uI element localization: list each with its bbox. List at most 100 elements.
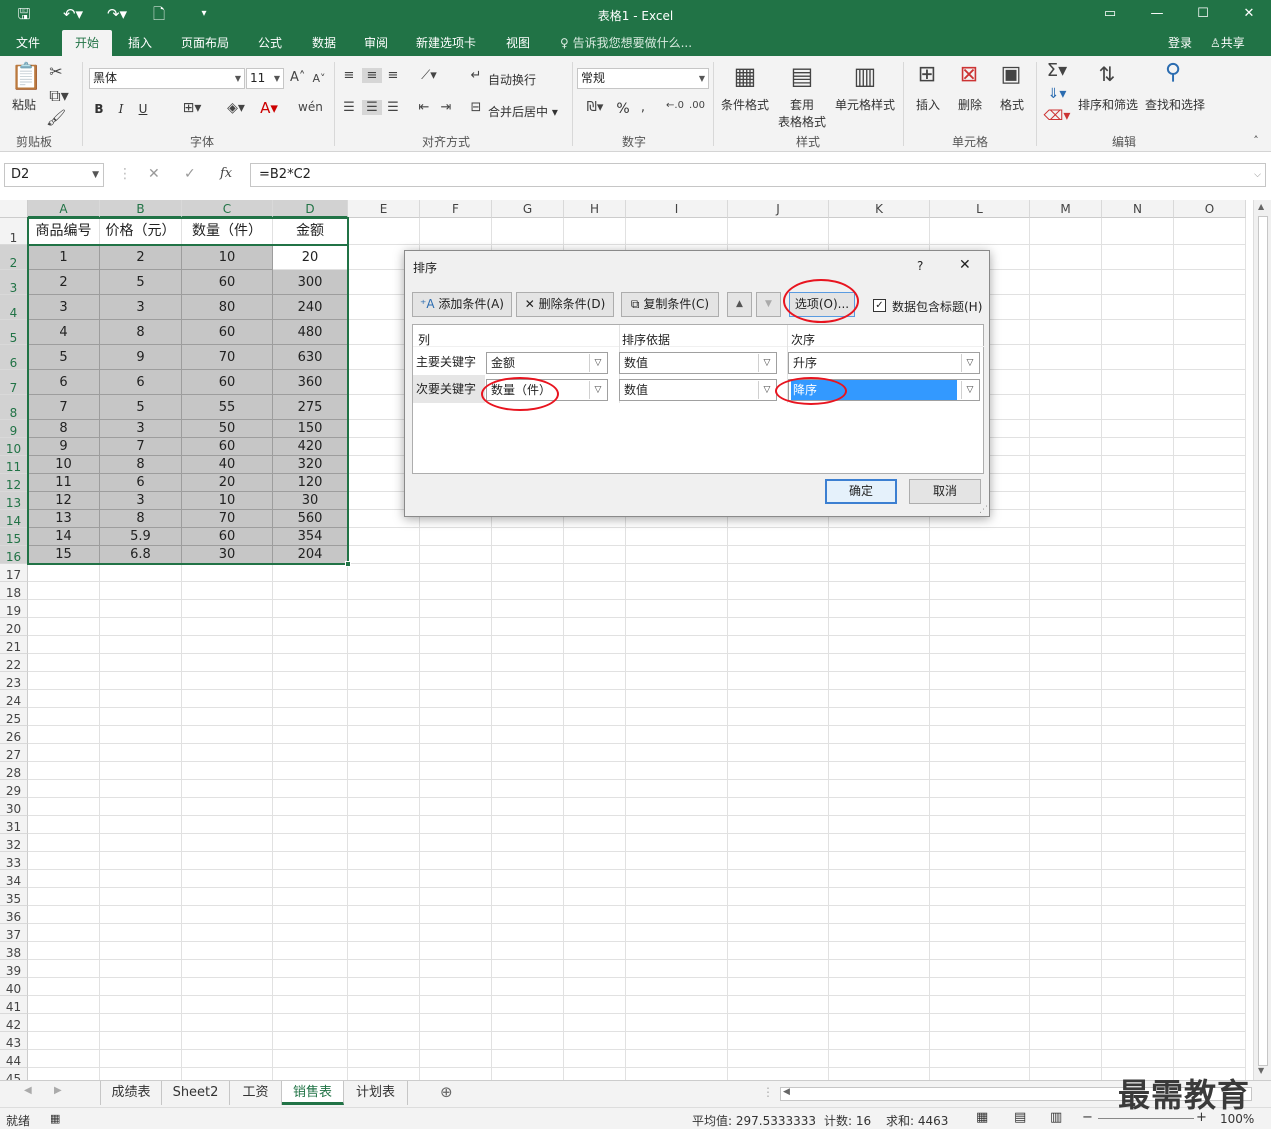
help-button[interactable]: ? (917, 259, 923, 273)
table-cell[interactable]: 360 (273, 370, 348, 395)
font-color-icon[interactable]: A▾ (255, 99, 283, 117)
select-all-corner[interactable] (0, 200, 28, 218)
empty-cell[interactable] (1174, 888, 1246, 906)
empty-cell[interactable] (1030, 1032, 1102, 1050)
scroll-down-icon[interactable]: ▼ (1258, 1066, 1264, 1075)
cell-style-button[interactable]: 单元格样式 (832, 96, 898, 113)
empty-cell[interactable] (28, 672, 100, 690)
empty-cell[interactable] (273, 960, 348, 978)
secondary-basis-select[interactable]: 数值 ▽ (619, 379, 777, 401)
empty-cell[interactable] (273, 1050, 348, 1068)
empty-cell[interactable] (348, 924, 420, 942)
empty-cell[interactable] (564, 978, 626, 996)
empty-cell[interactable] (492, 762, 564, 780)
copy-icon[interactable]: ⧉▾ (46, 86, 72, 106)
table-cell[interactable]: 6 (100, 370, 182, 395)
empty-cell[interactable] (1030, 395, 1102, 420)
empty-cell[interactable] (273, 690, 348, 708)
empty-cell[interactable] (930, 834, 1030, 852)
empty-cell[interactable] (1030, 618, 1102, 636)
fill-handle[interactable] (345, 561, 351, 567)
table-cell[interactable]: 4 (28, 320, 100, 345)
empty-cell[interactable] (626, 582, 728, 600)
empty-cell[interactable] (829, 218, 930, 245)
empty-cell[interactable] (100, 618, 182, 636)
empty-cell[interactable] (348, 564, 420, 582)
empty-cell[interactable] (1102, 582, 1174, 600)
empty-cell[interactable] (930, 636, 1030, 654)
empty-cell[interactable] (273, 996, 348, 1014)
empty-cell[interactable] (930, 582, 1030, 600)
empty-cell[interactable] (100, 906, 182, 924)
empty-cell[interactable] (182, 942, 273, 960)
empty-cell[interactable] (182, 600, 273, 618)
delete-condition-button[interactable]: ✕ 删除条件(D) (516, 292, 614, 317)
empty-cell[interactable] (28, 942, 100, 960)
empty-cell[interactable] (100, 1014, 182, 1032)
row-header[interactable]: 11 (0, 456, 28, 474)
bold-button[interactable]: B (92, 102, 106, 116)
empty-cell[interactable] (348, 744, 420, 762)
empty-cell[interactable] (273, 636, 348, 654)
column-header-g[interactable]: G (492, 200, 564, 218)
empty-cell[interactable] (626, 816, 728, 834)
empty-cell[interactable] (626, 564, 728, 582)
empty-cell[interactable] (728, 672, 829, 690)
empty-cell[interactable] (420, 978, 492, 996)
empty-cell[interactable] (626, 1050, 728, 1068)
empty-cell[interactable] (28, 906, 100, 924)
empty-cell[interactable] (930, 1068, 1030, 1080)
empty-cell[interactable] (829, 546, 930, 564)
row-header[interactable]: 9 (0, 420, 28, 438)
table-cell[interactable]: 80 (182, 295, 273, 320)
empty-cell[interactable] (1030, 492, 1102, 510)
empty-cell[interactable] (348, 690, 420, 708)
empty-cell[interactable] (1102, 492, 1174, 510)
paste-button[interactable]: 粘贴 (6, 96, 42, 113)
empty-cell[interactable] (1102, 852, 1174, 870)
empty-cell[interactable] (930, 798, 1030, 816)
empty-cell[interactable] (28, 870, 100, 888)
font-size-combo[interactable]: 11 ▼ (246, 68, 284, 89)
empty-cell[interactable] (492, 1014, 564, 1032)
empty-cell[interactable] (492, 218, 564, 245)
empty-cell[interactable] (930, 690, 1030, 708)
empty-cell[interactable] (626, 618, 728, 636)
empty-cell[interactable] (1102, 510, 1174, 528)
empty-cell[interactable] (273, 924, 348, 942)
empty-cell[interactable] (492, 654, 564, 672)
empty-cell[interactable] (1174, 726, 1246, 744)
secondary-column-select[interactable]: 数量（件） ▽ (486, 379, 608, 401)
row-header[interactable]: 4 (0, 295, 28, 320)
empty-cell[interactable] (930, 672, 1030, 690)
empty-cell[interactable] (420, 654, 492, 672)
table-cell[interactable]: 8 (100, 320, 182, 345)
empty-cell[interactable] (564, 654, 626, 672)
tab-insert[interactable]: 插入 (118, 30, 162, 56)
shrink-font-icon[interactable]: A˅ (312, 72, 326, 85)
empty-cell[interactable] (1174, 672, 1246, 690)
autosum-icon[interactable]: Σ▾ (1042, 60, 1072, 81)
empty-cell[interactable] (273, 762, 348, 780)
empty-cell[interactable] (626, 600, 728, 618)
empty-cell[interactable] (1102, 708, 1174, 726)
empty-cell[interactable] (1030, 816, 1102, 834)
row-header[interactable]: 6 (0, 345, 28, 370)
empty-cell[interactable] (626, 1032, 728, 1050)
empty-cell[interactable] (100, 636, 182, 654)
empty-cell[interactable] (1030, 456, 1102, 474)
empty-cell[interactable] (829, 996, 930, 1014)
empty-cell[interactable] (564, 218, 626, 245)
empty-cell[interactable] (626, 960, 728, 978)
empty-cell[interactable] (420, 834, 492, 852)
empty-cell[interactable] (28, 996, 100, 1014)
vertical-scroll-thumb[interactable] (1258, 216, 1268, 1066)
table-cell[interactable]: 1 (28, 245, 100, 270)
empty-cell[interactable] (348, 798, 420, 816)
empty-cell[interactable] (829, 762, 930, 780)
empty-cell[interactable] (420, 762, 492, 780)
empty-cell[interactable] (100, 690, 182, 708)
empty-cell[interactable] (564, 582, 626, 600)
empty-cell[interactable] (829, 600, 930, 618)
tab-new[interactable]: 新建选项卡 (406, 30, 486, 56)
